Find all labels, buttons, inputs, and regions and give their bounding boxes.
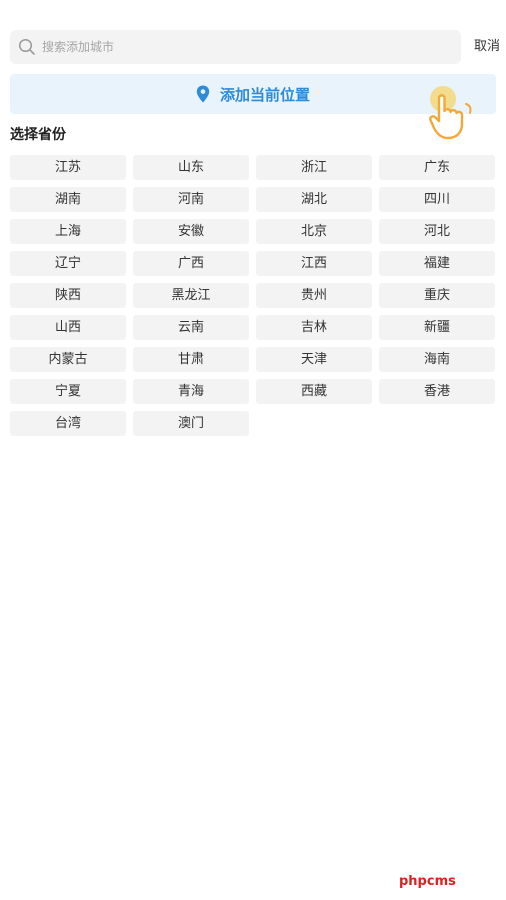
province-item[interactable]: 广西 [133, 251, 249, 276]
province-item[interactable]: 河北 [379, 219, 495, 244]
province-item[interactable]: 湖北 [256, 187, 372, 212]
province-grid: 江苏 山东 浙江 广东湖南 河南 湖北 四川上海 安徽 北京 河北辽宁 广西 江西 福建陕西 黑龙江 贵州重… [10, 155, 496, 436]
province-item[interactable]: 福建 [379, 251, 495, 276]
province-item[interactable]: 山西 [10, 315, 126, 340]
province-item[interactable]: 海南 [379, 347, 495, 372]
province-item[interactable]: 河南 [133, 187, 249, 212]
section-title: 选择省份 [10, 127, 66, 143]
search-icon [18, 38, 35, 55]
add-current-location-button[interactable]: 添加当前位置 [10, 74, 496, 114]
province-item[interactable]: 台湾 [10, 411, 126, 436]
add-current-location-label: 添加当前位置 [219, 85, 310, 104]
province-item[interactable]: 内蒙古 [10, 347, 126, 372]
province-item[interactable]: 重庆 [379, 283, 495, 308]
province-item[interactable]: 新疆 [379, 315, 495, 340]
cancel-button[interactable]: 取消 [474, 30, 500, 64]
search-box[interactable] [10, 30, 461, 64]
province-item[interactable]: 青海 [133, 379, 249, 404]
province-item[interactable]: 陕西 [10, 283, 126, 308]
province-item[interactable]: 宁夏 [10, 379, 126, 404]
province-item[interactable]: 广东 [379, 155, 495, 180]
province-item[interactable]: 山东 [133, 155, 249, 180]
province-item[interactable]: 湖南 [10, 187, 126, 212]
pointing-hand-icon [429, 86, 472, 140]
province-item[interactable]: 四川 [379, 187, 495, 212]
province-item[interactable]: 吉林 [256, 315, 372, 340]
province-item[interactable]: 西藏 [256, 379, 372, 404]
province-item[interactable]: 贵州 [256, 283, 372, 308]
province-item[interactable]: 北京 [256, 219, 372, 244]
province-item[interactable]: 上海 [10, 219, 126, 244]
location-pin-icon [196, 85, 210, 103]
province-item[interactable]: 澳门 [133, 411, 249, 436]
province-item[interactable]: 黑龙江 [133, 283, 249, 308]
province-item[interactable]: 云南 [133, 315, 249, 340]
watermark-logo: phpcms [399, 874, 456, 889]
province-item[interactable]: 甘肃 [133, 347, 249, 372]
province-item[interactable]: 江苏 [10, 155, 126, 180]
province-item[interactable]: 浙江 [256, 155, 372, 180]
province-item[interactable]: 辽宁 [10, 251, 126, 276]
search-bar: 取消 [10, 30, 500, 64]
province-item[interactable]: 香港 [379, 379, 495, 404]
province-item[interactable]: 江西 [256, 251, 372, 276]
search-input[interactable] [42, 30, 452, 64]
province-item[interactable]: 安徽 [133, 219, 249, 244]
province-item[interactable]: 天津 [256, 347, 372, 372]
